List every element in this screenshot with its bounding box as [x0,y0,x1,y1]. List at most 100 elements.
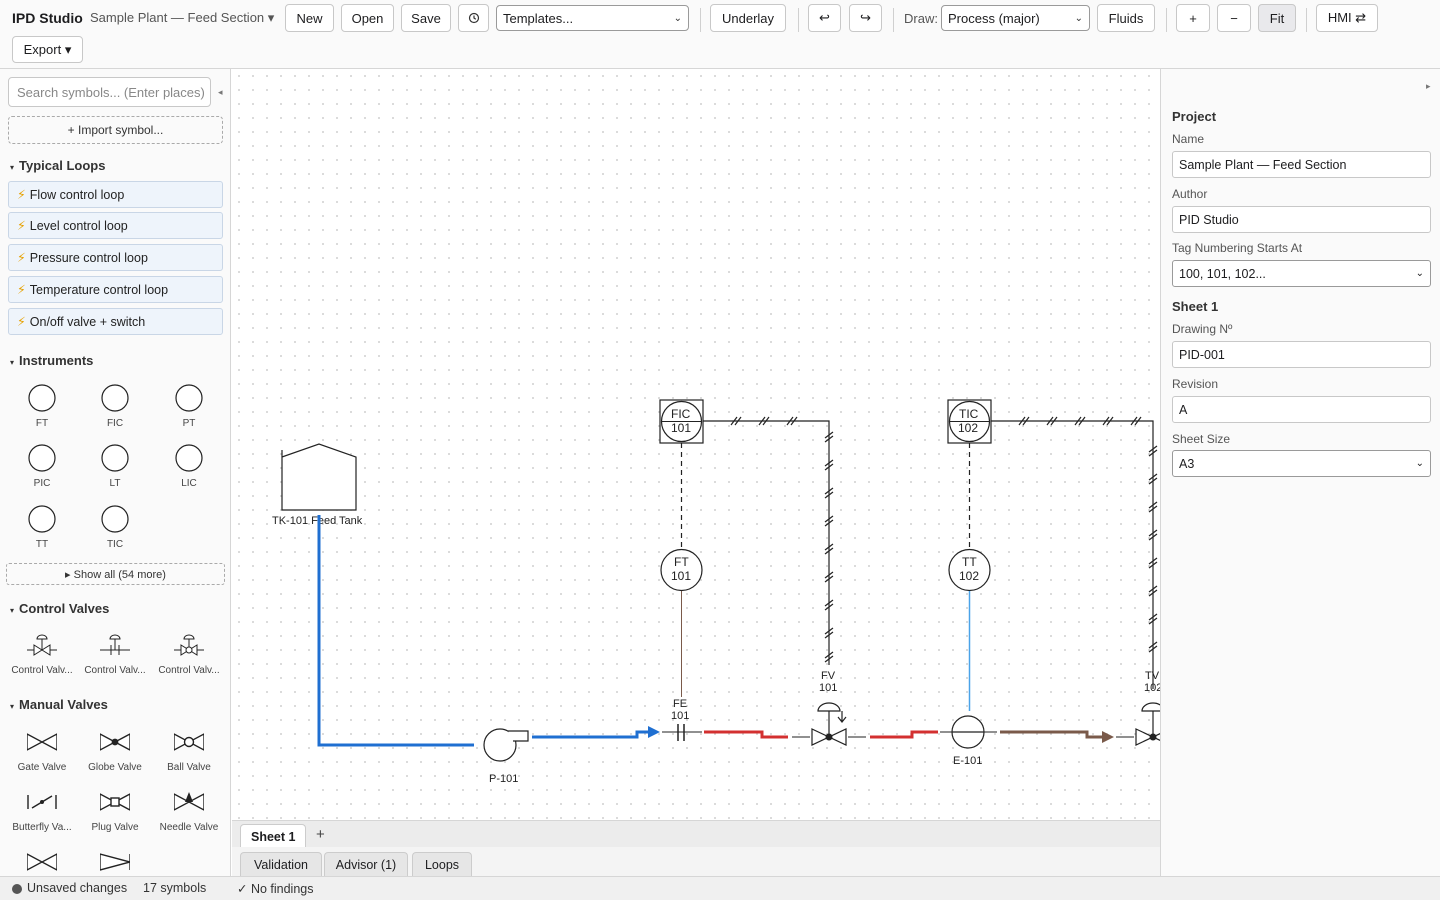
symbol-needle-valve[interactable]: Needle Valve [154,788,224,848]
control-valve-tv102[interactable] [1135,702,1160,746]
sheet-tab-1[interactable]: Sheet 1 [240,824,307,848]
symbol-label: Control Valv... [158,665,220,676]
document-switcher[interactable]: Sample Plant — Feed Section ▾ [90,10,274,26]
revision-label: Revision [1172,377,1219,391]
new-button[interactable]: New [285,4,334,32]
author-input[interactable]: PID Studio [1172,206,1431,233]
toolbar-divider [798,8,799,32]
export-button[interactable]: Export ▾ [12,36,83,63]
symbol-search-input[interactable]: Search symbols... (Enter places) [8,77,211,107]
loop-temperature-control[interactable]: ⚡ Temperature control loop [8,276,223,303]
collapse-right-icon[interactable]: ▸ [1426,81,1431,92]
tic-output-signal[interactable] [991,420,1154,689]
instrument-bubble-icon [101,444,129,472]
discharge-line[interactable] [532,730,650,739]
unsaved-status: Unsaved changes [27,881,128,895]
symbol-lt[interactable]: LT [80,444,150,504]
symbol-fic[interactable]: FIC [80,384,150,444]
symbol-more-valve-1[interactable] [7,848,77,876]
instrument-bubble-icon [175,444,203,472]
sheet-heading: Sheet 1 [1172,299,1219,314]
instrument-bubble-icon [28,505,56,533]
symbol-plug-valve[interactable]: Plug Valve [80,788,150,848]
bottom-panel-tabs: Validation Advisor (1) Loops [232,847,1160,876]
section-control-valves[interactable]: ▾ Control Valves [10,601,109,616]
symbol-tt[interactable]: TT [7,505,77,565]
section-title: Control Valves [19,601,110,616]
save-button[interactable]: Save [401,4,451,32]
tab-loops[interactable]: Loops [412,852,472,876]
line-to-tv[interactable] [1000,730,1104,739]
fe-tag: FE [673,698,687,710]
symbol-ball-valve[interactable]: Ball Valve [154,728,224,788]
templates-select[interactable]: Templates... ⌄ [496,5,689,31]
symbol-label: Plug Valve [91,822,139,833]
hmi-toggle-button[interactable]: HMI ⇄ [1316,4,1378,32]
section-typical-loops[interactable]: ▾ Typical Loops [10,158,105,173]
drawing-number-input[interactable]: PID-001 [1172,341,1431,368]
loop-onoff-valve[interactable]: ⚡ On/off valve + switch [8,308,223,335]
symbol-more-valve-2[interactable] [80,848,150,876]
chevron-down-icon: ⌄ [1415,458,1424,469]
tab-validation[interactable]: Validation [240,852,322,876]
fit-button[interactable]: Fit [1258,4,1296,32]
lightning-icon: ⚡ [17,251,26,265]
loop-pressure-control[interactable]: ⚡ Pressure control loop [8,244,223,271]
sheet-size-select[interactable]: A3 ⌄ [1172,450,1431,477]
heat-exchanger-e101[interactable] [951,715,985,749]
revision-input[interactable]: A [1172,396,1431,423]
underlay-button[interactable]: Underlay [710,4,786,32]
pump[interactable] [483,728,529,762]
flow-element-fe101[interactable] [662,724,702,741]
line-to-exchanger[interactable] [870,730,938,739]
tank-label: TK-101 Feed Tank [272,515,363,527]
section-title: Manual Valves [19,697,108,712]
loop-level-control[interactable]: ⚡ Level control loop [8,212,223,239]
symbol-ft[interactable]: FT [7,384,77,444]
pid-diagram: TK-101 Feed Tank P-101 FE 101 FV 101 E-1… [272,399,1160,785]
section-instruments[interactable]: ▾ Instruments [10,353,93,368]
drawing-canvas[interactable]: TK-101 Feed Tank P-101 FE 101 FV 101 E-1… [232,69,1160,820]
control-valve-fv101[interactable] [811,702,847,746]
symbol-globe-valve[interactable]: Globe Valve [80,728,150,788]
zoom-out-button[interactable]: − [1217,4,1251,32]
symbol-pic[interactable]: PIC [7,444,77,504]
symbol-butterfly-valve[interactable]: Butterfly Va... [7,788,77,848]
fic-output-signal[interactable] [703,420,830,665]
symbol-control-valve-2[interactable]: Control Valv... [80,631,150,691]
symbol-pt[interactable]: PT [154,384,224,444]
section-manual-valves[interactable]: ▾ Manual Valves [10,697,108,712]
symbol-lic[interactable]: LIC [154,444,224,504]
flow-arrow [648,726,660,738]
import-symbol-button[interactable]: + Import symbol... [8,116,223,144]
project-name-input[interactable]: Sample Plant — Feed Section [1172,151,1431,178]
feed-tank[interactable] [281,443,357,511]
symbol-control-valve-3[interactable]: Control Valv... [154,631,224,691]
history-button[interactable] [458,4,489,32]
chevron-down-icon: ⌄ [1415,268,1424,279]
draw-mode-select[interactable]: Process (major) ⌄ [941,5,1090,31]
undo-button[interactable]: ↩ [808,4,841,32]
add-sheet-button[interactable]: + [316,826,325,843]
ft-tag: FT [674,555,689,569]
zoom-in-button[interactable]: + [1176,4,1210,32]
loop-flow-control[interactable]: ⚡ Flow control loop [8,181,223,208]
fluids-button[interactable]: Fluids [1097,4,1155,32]
open-button[interactable]: Open [341,4,394,32]
globe-valve-icon [100,733,130,751]
tag-numbering-select[interactable]: 100, 101, 102... ⌄ [1172,260,1431,287]
tic-tag: TIC [959,407,979,421]
symbol-gate-valve[interactable]: Gate Valve [7,728,77,788]
symbol-tic[interactable]: TIC [80,505,150,565]
sheet-size-label: Sheet Size [1172,432,1231,446]
tab-advisor[interactable]: Advisor (1) [324,852,408,876]
suction-line[interactable] [317,515,474,747]
pump-label: P-101 [489,773,518,785]
show-all-instruments-button[interactable]: ▸ Show all (54 more) [6,563,225,585]
validation-status[interactable]: ✓ No findings [237,881,313,896]
symbol-control-valve-1[interactable]: Control Valv... [7,631,77,691]
redo-button[interactable]: ↪ [849,4,882,32]
line-to-fv[interactable] [704,730,788,739]
drawing-number-label: Drawing Nº [1172,322,1233,336]
collapse-left-icon[interactable]: ◂ [218,87,223,98]
